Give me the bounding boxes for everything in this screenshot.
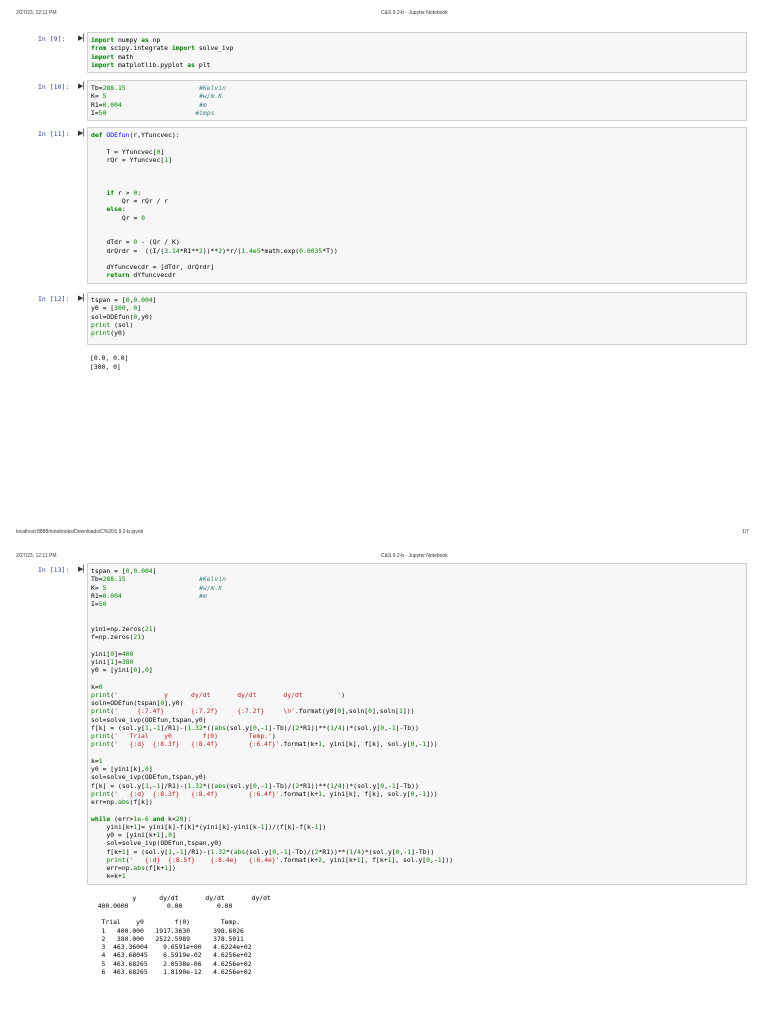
code-line: soln=ODEfun(tspan[0],y0): [91, 699, 184, 707]
code-line: ​: [91, 222, 746, 230]
footer-url: localhost:8888/notebooks/Downloads/C%26S…: [16, 529, 144, 535]
cell-output: [0.0, 0.0] [300, 0]: [90, 354, 128, 371]
output-line: ​: [90, 910, 271, 918]
cell-prompt: In [13]:: [38, 566, 70, 574]
code-line: f[k] = (sol.y[1,-1]/R1)-(1.32*((abs(sol.…: [91, 723, 419, 732]
code-line: y0 = [300, 0]: [91, 304, 142, 313]
code-line: print(' y dy/dt dy/dt dy/dt '): [91, 690, 345, 699]
code-line: ​: [91, 806, 746, 814]
code-line: sol=solve_ivp(ODEfun,tspan,y0): [91, 715, 207, 724]
code-line: k=k+1: [106, 872, 126, 881]
output-line: 1 400.000 1917.3630 398.6026: [90, 926, 244, 935]
code-line: ​: [91, 749, 746, 757]
cell-prompt: In [11]:: [38, 130, 70, 138]
code-line: tspan = [0,0.004]: [91, 296, 157, 304]
code-line: import matplotlib.pyplot as plt: [91, 60, 211, 69]
code-line: ​: [91, 172, 746, 180]
code-line: I=50 #imps: [91, 108, 215, 117]
code-line: R1=0.004 #m: [91, 100, 207, 109]
code-line: R1=0.004 #m: [91, 591, 207, 600]
code-line: k=1: [91, 756, 103, 765]
code-line: K= 5 #w/m.K: [91, 92, 223, 101]
code-line: def ODEfun(r,Yfuncvec):: [91, 131, 180, 139]
code-line: print(' {:d} {:8.3f} {:8.4f} {:6.4f}'.fo…: [91, 789, 438, 798]
code-line: K= 5 #w/m.K: [91, 583, 223, 592]
code-line: while (err>1e-6 and k<20):: [91, 814, 192, 823]
code-line: import math: [91, 52, 134, 61]
code-line: ​: [91, 617, 746, 625]
code-input[interactable]: import numpy as np from scipy.integrate i…: [87, 32, 747, 73]
code-line: return dYfuncvecdr: [106, 271, 176, 280]
code-line: print(' Trial y0 f(0) Temp.'): [91, 732, 276, 740]
code-line: ​: [91, 164, 746, 172]
code-line: Tb=288.15 #Kelvin: [91, 84, 226, 92]
cell-output: y dy/dt dy/dt dy/dt 400.0000 0.00 0.00​ …: [90, 894, 271, 977]
code-line: print(' {:7.4f} {:7.2f} {:7.2f} \n'.form…: [91, 707, 415, 716]
code-line: T = Yfuncvec[0]: [106, 147, 165, 156]
output-line: 5 463.68265 2.0538e-06 4.6256e+02: [90, 959, 252, 968]
code-line: print(y0): [91, 329, 126, 337]
code-line: rQr = Yfuncvec[1]: [106, 155, 172, 164]
output-line: 3 463.36004 9.6591e+00 4.6224e+02: [90, 943, 252, 951]
code-line: yini[0]=400: [91, 649, 134, 658]
code-line: from scipy.integrate import solve_ivp: [91, 44, 234, 53]
code-line: print(' {:d} {:8.3f} {:8.4f} {:6.4f}'.fo…: [91, 740, 438, 749]
code-line: yini[k+1]= yini[k]-f[k]*(yini[k]-yini[k-…: [106, 822, 327, 831]
print-title: C&S 9.2-b - Jupyter Notebook: [381, 10, 448, 16]
code-line: dTdr = 0 - (Qr / K): [106, 238, 180, 247]
code-line: drQrdr = ((I/(3.14*R1**2))**2)*r/(1.4e5*…: [106, 246, 338, 255]
code-line: Qr = 0: [121, 213, 146, 222]
code-input[interactable]: Tb=288.15 #Kelvin K= 5 #w/m.K R1=0.004 #m I…: [87, 80, 747, 121]
code-line: tspan = [0,0.004]: [91, 567, 157, 575]
code-line: f=np.zeros(21): [91, 633, 145, 641]
code-line: ​: [91, 641, 746, 649]
code-line: ​: [91, 674, 746, 682]
code-line: ​: [91, 255, 746, 263]
code-line: else:: [106, 205, 126, 214]
code-line: yini=np.zeros(21): [91, 624, 157, 633]
code-line: sol=solve_ivp(ODEfun,tspan,y0): [106, 839, 222, 848]
code-line: f[k+1] = (sol.y[1,-1]/R1)-(1.32*(abs(sol…: [106, 847, 435, 856]
output-line: 400.0000 0.00 0.00: [90, 901, 233, 910]
output-line: 6 463.68265 1.8190e-12 4.6256e+02: [90, 967, 252, 976]
output-line: [0.0, 0.0]: [90, 354, 129, 363]
code-line: ​: [91, 608, 746, 616]
code-line: I=50: [91, 600, 107, 608]
cell-prompt: In [12]:: [38, 295, 70, 303]
code-line: f[k] = (sol.y[1,-1]/R1)-(1.32*((abs(sol.…: [91, 781, 419, 790]
print-title: C&S 9.2-b - Jupyter Notebook: [381, 553, 448, 559]
code-line: sol=solve_ivp(ODEfun,tspan,y0): [91, 773, 207, 782]
code-input[interactable]: tspan = [0,0.004] Tb=288.15 #Kelvin K= 5 #…: [87, 563, 747, 885]
footer-page-number: 1/7: [742, 529, 749, 535]
code-input[interactable]: tspan = [0,0.004] y0 = [300, 0] sol=ODEfun…: [87, 292, 747, 346]
code-line: print (sol): [91, 320, 134, 329]
code-line: import numpy as np: [91, 36, 161, 44]
code-line: Qr = rQr / r: [121, 197, 169, 205]
cell-prompt: In [10]:: [38, 83, 70, 91]
code-line: ​: [91, 230, 746, 238]
code-line: err=np.abs(f[k+1]): [106, 864, 176, 872]
code-line: ​: [91, 181, 746, 189]
code-line: if r > 0:: [106, 188, 142, 197]
output-line: [300, 0]: [90, 362, 121, 371]
output-line: 2 380.000 2522.5989 378.5011: [90, 934, 244, 943]
code-line: print(' {:d} {:8.5f} {:8.4e} {:6.4e}'.fo…: [106, 855, 454, 864]
code-line: y0 = [yini[k+1],0]: [106, 831, 176, 839]
cell-prompt: In [9]:: [38, 35, 66, 43]
output-line: y dy/dt dy/dt dy/dt: [90, 893, 271, 902]
print-date: 2/27/23, 12:11 PM: [16, 10, 57, 16]
output-line: 4 463.68045 6.5919e-02 4.6256e+02: [90, 951, 252, 960]
code-line: sol=ODEfun(0,y0): [91, 312, 153, 321]
code-line: y0 = [yini[k],0]: [91, 765, 153, 773]
print-date: 2/27/23, 12:11 PM: [16, 553, 57, 559]
code-line: dYfuncvecdr = [dTdr, drQrdr]: [106, 263, 215, 271]
code-line: Tb=288.15 #Kelvin: [91, 575, 226, 584]
output-line: Trial y0 f(0) Temp.: [90, 918, 241, 927]
code-line: ​: [91, 139, 746, 147]
code-line: err=np.abs(f[k]): [91, 798, 153, 806]
code-line: yini[1]=380: [91, 657, 134, 666]
code-input[interactable]: def ODEfun(r,Yfuncvec):​ T = Yfuncvec[0]…: [87, 127, 747, 284]
code-line: k=0: [91, 682, 103, 691]
code-line: y0 = [yini[0],0]: [91, 666, 153, 674]
